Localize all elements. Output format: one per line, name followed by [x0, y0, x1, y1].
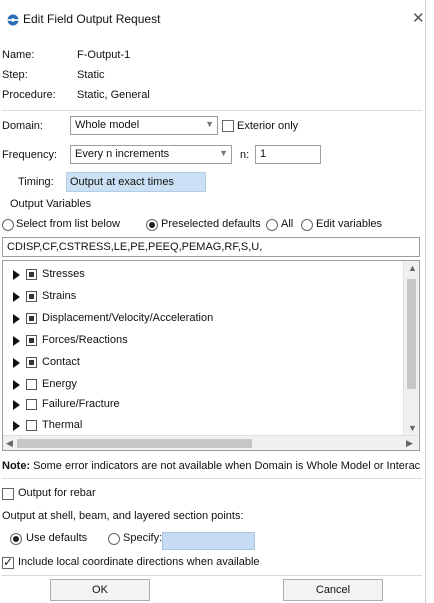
local-coords-checkbox[interactable] [2, 555, 14, 569]
preselected-defaults-label: Preselected defaults [161, 218, 261, 230]
tree-item-label: Energy [42, 378, 77, 390]
horizontal-scrollbar[interactable]: ◀ ▶ [3, 435, 419, 450]
tree-checkbox[interactable] [26, 313, 37, 324]
tree-item-label: Contact [42, 356, 80, 368]
triangle-right-icon[interactable] [13, 336, 20, 346]
timing-select[interactable]: Output at exact times [66, 172, 206, 192]
output-for-rebar-checkbox[interactable] [2, 488, 14, 500]
triangle-right-icon[interactable] [13, 400, 20, 410]
use-defaults-label: Use defaults [26, 532, 88, 544]
triangle-right-icon[interactable] [13, 314, 20, 324]
tree-checkbox[interactable] [26, 357, 37, 368]
variables-tree[interactable]: Stresses Strains Displacement/Velocity/A… [2, 260, 420, 451]
step-value: Static [77, 69, 105, 81]
output-for-rebar-label: Output for rebar [18, 487, 96, 499]
triangle-right-icon[interactable] [13, 421, 20, 431]
edit-variables-radio[interactable] [301, 219, 313, 231]
frequency-select[interactable]: Every n increments ▼ [70, 145, 232, 164]
close-button[interactable]: ✕ [412, 9, 425, 27]
preselected-defaults-radio[interactable] [146, 219, 158, 231]
frequency-value: Every n increments [75, 148, 170, 160]
tree-checkbox[interactable] [26, 291, 37, 302]
title-bar: Edit Field Output Request ✕ [0, 0, 426, 42]
tree-item-label: Displacement/Velocity/Acceleration [42, 312, 214, 324]
note-line: Note: Some error indicators are not avai… [2, 460, 422, 472]
chevron-down-icon: ▼ [219, 148, 228, 158]
tree-checkbox[interactable] [26, 420, 37, 431]
frequency-label: Frequency: [2, 149, 58, 161]
exterior-only-checkbox[interactable] [222, 120, 234, 132]
tree-item-label: Forces/Reactions [42, 334, 128, 346]
n-label: n: [240, 149, 250, 161]
tree-checkbox[interactable] [26, 399, 37, 410]
tree-item-label: Strains [42, 290, 77, 302]
specify-field[interactable] [162, 532, 255, 550]
domain-select[interactable]: Whole model ▼ [70, 116, 218, 135]
name-label: Name: [2, 49, 35, 61]
tree-checkbox[interactable] [26, 379, 37, 390]
cancel-button[interactable]: Cancel [283, 579, 383, 601]
ok-button[interactable]: OK [50, 579, 150, 601]
edit-variables-label: Edit variables [316, 218, 383, 230]
scroll-down-icon[interactable]: ▼ [408, 423, 417, 433]
scroll-up-icon[interactable]: ▲ [408, 263, 417, 273]
vertical-scroll-thumb[interactable] [407, 279, 416, 389]
separator [2, 478, 422, 479]
timing-label: Timing: [18, 176, 54, 188]
shell-points-label: Output at shell, beam, and layered secti… [2, 510, 244, 522]
horizontal-scroll-thumb[interactable] [17, 439, 252, 448]
use-defaults-radio[interactable] [10, 533, 22, 545]
all-label: All [281, 218, 294, 230]
chevron-down-icon: ▼ [205, 119, 214, 129]
separator [2, 575, 422, 576]
note-prefix: Note: [2, 460, 31, 472]
note-text: Some error indicators are not available … [33, 460, 421, 472]
tree-checkbox[interactable] [26, 269, 37, 280]
separator [2, 110, 422, 111]
local-coords-label: Include local coordinate directions when… [18, 556, 260, 568]
tree-checkbox[interactable] [26, 335, 37, 346]
domain-label: Domain: [2, 120, 43, 132]
procedure-label: Procedure: [2, 89, 56, 101]
edit-field-output-dialog: Edit Field Output Request ✕ Name: F-Outp… [0, 0, 426, 603]
scroll-right-icon[interactable]: ▶ [406, 438, 413, 449]
triangle-right-icon[interactable] [13, 270, 20, 280]
n-input[interactable]: 1 [255, 145, 321, 164]
name-value: F-Output-1 [77, 49, 131, 61]
vertical-scrollbar[interactable]: ▲ ▼ [403, 261, 419, 436]
tree-item-label: Thermal [42, 419, 83, 431]
window-title: Edit Field Output Request [23, 12, 161, 26]
triangle-right-icon[interactable] [13, 358, 20, 368]
output-variables-field[interactable]: CDISP,CF,CSTRESS,LE,PE,PEEQ,PEMAG,RF,S,U… [2, 237, 420, 257]
gear-icon [7, 14, 19, 26]
specify-label: Specify: [123, 532, 163, 544]
specify-radio[interactable] [108, 533, 120, 545]
select-from-list-label: Select from list below [16, 218, 120, 230]
select-from-list-radio[interactable] [2, 219, 14, 231]
output-variables-label: Output Variables [10, 198, 92, 210]
triangle-right-icon[interactable] [13, 380, 20, 390]
procedure-value: Static, General [77, 89, 150, 101]
triangle-right-icon[interactable] [13, 292, 20, 302]
scroll-left-icon[interactable]: ◀ [6, 438, 13, 449]
domain-value: Whole model [75, 119, 140, 131]
tree-item-label: Stresses [42, 268, 85, 280]
exterior-only-label: Exterior only [237, 120, 299, 132]
tree-item-label: Failure/Fracture [42, 398, 120, 410]
all-radio[interactable] [266, 219, 278, 231]
step-label: Step: [2, 69, 28, 81]
